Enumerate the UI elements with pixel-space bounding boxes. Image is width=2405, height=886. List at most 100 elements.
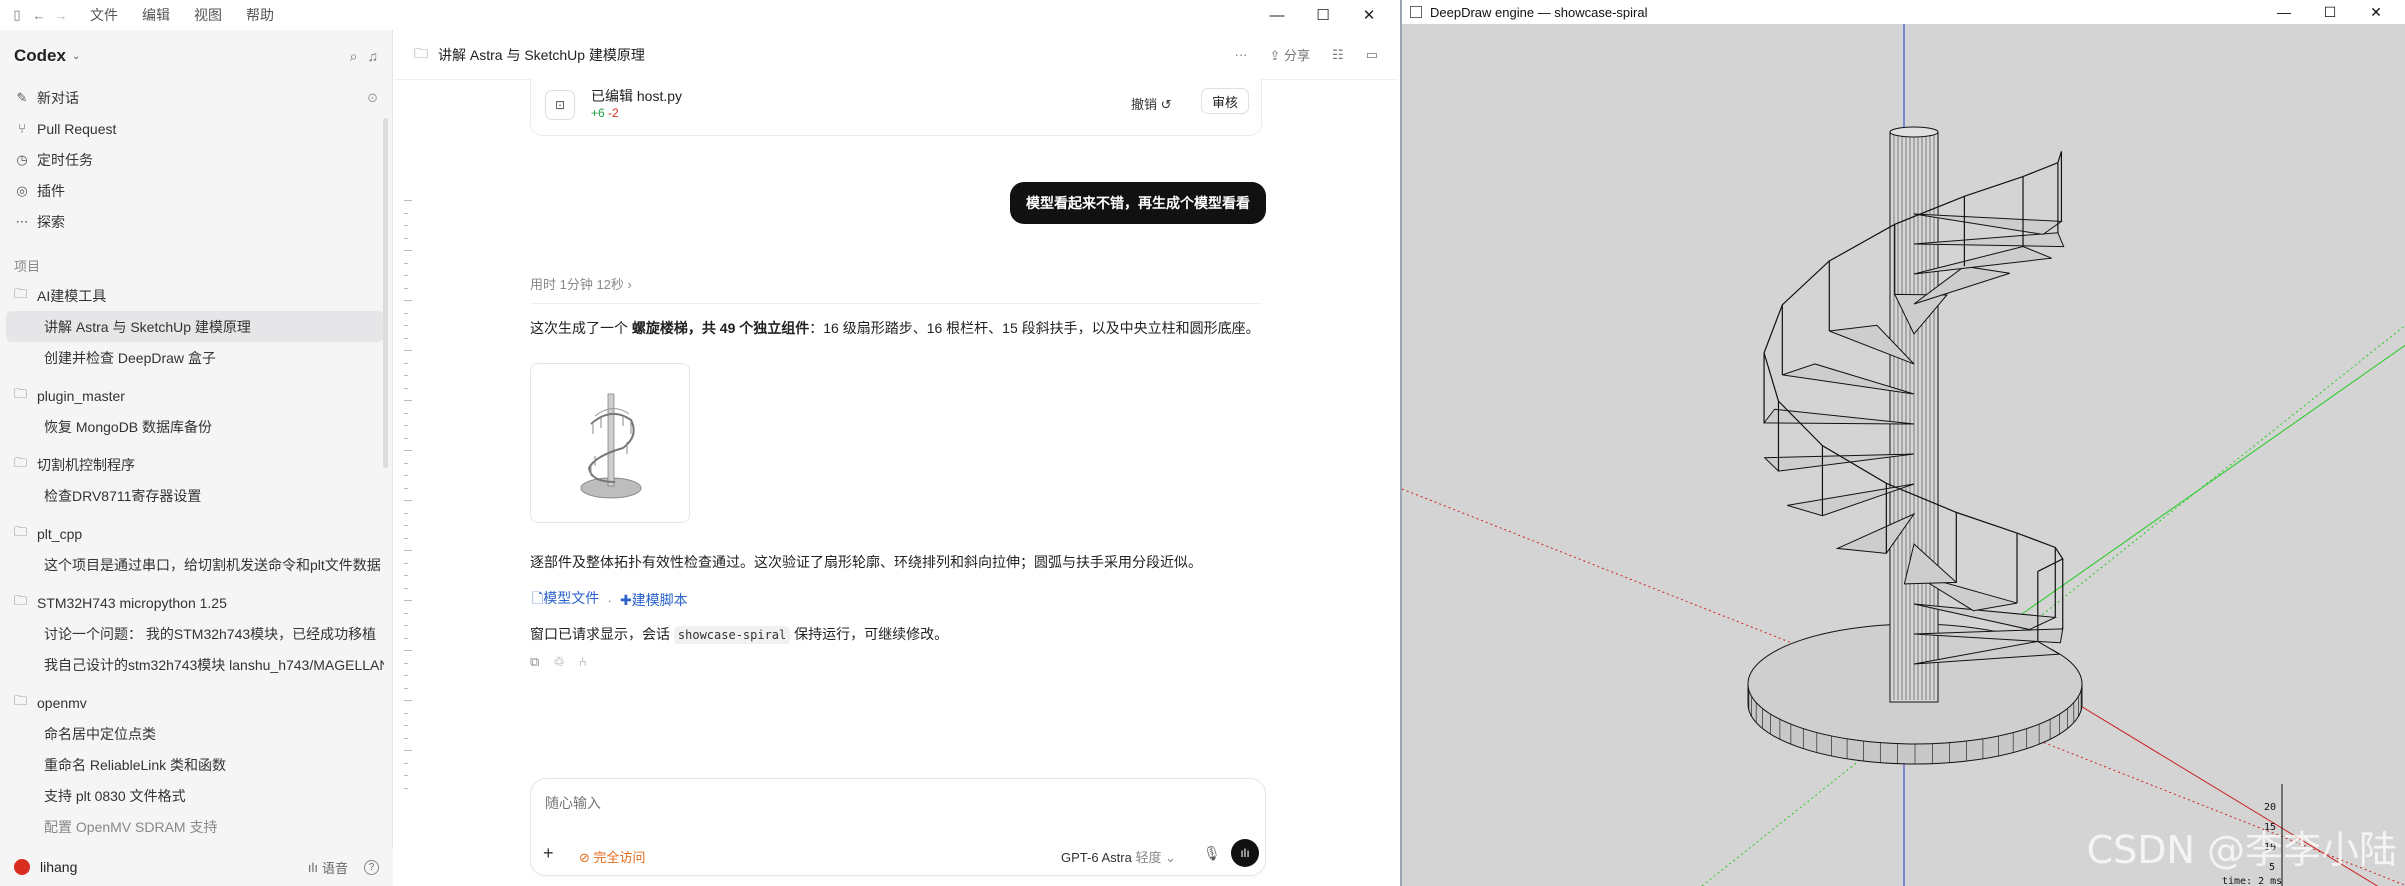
close-icon[interactable]: ✕ [2353,0,2399,24]
voice-icon: ılı [307,859,318,875]
thread-item[interactable]: 这个项目是通过串口，给切割机发送命令和plt文件数据 [6,549,384,580]
gutter-tick [404,325,408,326]
project-name: plt_cpp [37,526,83,542]
add-attachment-icon[interactable]: + [543,843,554,864]
thread-item[interactable]: 讨论一个问题： 我的STM32h743模块，已经成功移植 [6,618,384,649]
thread-item[interactable]: 恢复 MongoDB 数据库备份 [6,411,384,442]
avatar[interactable] [14,859,30,875]
gutter-tick [404,525,408,526]
search-icon[interactable]: ⌕ [350,48,358,65]
nav-new-chat[interactable]: ✎ 新对话 ⊙ [0,82,392,113]
para-text: 这次生成了一个 [530,320,628,336]
model-selector[interactable]: GPT-6 Astra 轻度 ⌄ [1061,847,1176,866]
elapsed-time[interactable]: 用时 1分钟 12秒 › [530,274,1262,304]
gutter-tick [404,787,408,789]
sidebar-toggle-icon[interactable]: ▯ [6,4,28,26]
microphone-icon[interactable]: 🎙 [1203,845,1221,862]
thread-item[interactable]: 支持 plt 0830 文件格式 [6,780,384,811]
edited-file-title[interactable]: 已编辑 host.py [591,86,682,106]
more-options-icon[interactable]: ··· [1235,47,1248,62]
access-mode-button[interactable]: ⊘ 完全访问 [579,847,646,866]
gutter-tick [404,450,412,451]
project-stm32[interactable]: 🗀 STM32H743 micropython 1.25 [0,588,392,618]
project-plt-cpp[interactable]: 🗀 plt_cpp [0,519,392,549]
menu-view[interactable]: 视图 [194,5,222,25]
modeling-script-link[interactable]: ✚建模脚本 [620,590,688,610]
voice-button[interactable]: ılı 语音 [308,858,348,877]
menu-help[interactable]: 帮助 [246,5,274,25]
chevron-down-icon: ⌄ [1165,850,1176,865]
gutter-tick [404,250,412,251]
menu-file[interactable]: 文件 [90,5,118,25]
back-arrow-icon[interactable]: ← [28,4,50,26]
copy-icon[interactable]: ⧉ [530,654,539,670]
gutter-tick [404,775,408,776]
folder-icon: 🗀 [14,455,28,470]
nav-label: Pull Request [37,120,117,137]
gutter-tick [404,500,412,501]
python-icon: ✚ [619,592,632,608]
settings-icon[interactable]: ⊙ [367,90,378,106]
para-text: 窗口已请求显示，会话 [530,626,670,642]
chevron-down-icon[interactable]: ⌄ [72,51,80,62]
close-icon[interactable]: ✕ [1346,0,1392,30]
project-plugin-master[interactable]: 🗀 plugin_master [0,381,392,411]
nav-explore[interactable]: ⋯ 探索 [0,206,392,237]
sidebar: Codex ⌄ ⌕ ♫ ✎ 新对话 ⊙ ⑂ Pull Request ◷ 定时任… [0,30,393,886]
menu-edit[interactable]: 编辑 [142,5,170,25]
maximize-icon[interactable]: ☐ [1300,0,1346,30]
undo-button[interactable]: 撤销 ↺ [1131,94,1172,113]
workspace-switcher[interactable]: Codex [14,46,66,66]
thread-item[interactable]: 检查DRV8711寄存器设置 [6,480,384,511]
projects-section-label: 项目 [14,259,41,274]
user-name[interactable]: lihang [40,859,77,875]
share-button[interactable]: ⇪ 分享 [1270,45,1311,64]
model-thumbnail[interactable] [530,363,690,523]
link-label: 模型文件 [543,590,600,606]
nav-plugins[interactable]: ◎ 插件 [0,175,392,206]
minimize-icon[interactable]: — [1254,0,1300,30]
thread-item[interactable]: 我自己设计的stm32h743模块 lanshu_h743/MAGELLAN [6,649,384,680]
voice-send-button[interactable]: ılı [1231,839,1259,867]
project-name: STM32H743 micropython 1.25 [37,595,227,611]
thread-item[interactable]: 配置 OpenMV SDRAM 支持 [6,811,384,842]
panel-toggle-icon[interactable]: ▭ [1366,47,1378,63]
share-label: 分享 [1284,48,1311,63]
forward-arrow-icon[interactable]: → [50,4,72,26]
diff-panel-icon[interactable]: ☷ [1332,47,1344,63]
model-file-link[interactable]: 🗋模型文件 [532,588,599,612]
file-icon: 🗋 [532,590,544,606]
gutter-tick [404,462,408,464]
project-cutter-control[interactable]: 🗀 切割机控制程序 [0,450,392,480]
link-separator: · [607,592,612,608]
thread-item-active[interactable]: 讲解 Astra 与 SketchUp 建模原理 [6,311,384,342]
sidebar-scrollbar[interactable] [383,118,388,468]
gutter-tick [404,425,408,426]
thread-item[interactable]: 命名居中定位点类 [6,718,384,749]
maximize-icon[interactable]: ☐ [2307,0,2353,24]
model-name: GPT-6 Astra [1061,850,1132,865]
more-icon: ⋯ [15,213,29,229]
assistant-paragraph: 窗口已请求显示，会话 showcase-spiral 保持运行，可继续修改。 [530,624,948,644]
3d-viewport[interactable]: 20 15 10 5 time: 2 ms [1402,24,2405,886]
thread-item[interactable]: 重命名 ReliableLink 类和函数 [6,749,384,780]
gutter-tick [404,537,408,539]
review-button[interactable]: 审核 [1201,88,1250,114]
nav-pull-request[interactable]: ⑂ Pull Request [0,113,392,144]
gutter-tick [404,725,408,726]
message-input[interactable] [545,795,1145,811]
fork-icon[interactable]: ⑃ [579,654,587,670]
nav-scheduled-tasks[interactable]: ◷ 定时任务 [0,144,392,175]
bell-icon[interactable]: ♫ [368,48,379,65]
nav-label: 插件 [37,182,65,199]
project-openmv[interactable]: 🗀 openmv [0,688,392,718]
help-icon[interactable]: ? [364,859,379,875]
thumbs-icon[interactable]: ♲ [553,654,565,670]
project-ai-modeling[interactable]: 🗀 AI建模工具 [0,281,392,311]
minimize-icon[interactable]: — [2261,0,2307,24]
project-name: plugin_master [37,388,125,404]
thread-item[interactable]: 创建并检查 DeepDraw 盒子 [6,342,384,373]
gutter-tick [404,637,408,639]
folder-icon: 🗀 [14,386,28,401]
deepdraw-viewer-window: DeepDraw engine — showcase-spiral — ☐ ✕ … [1400,0,2405,886]
